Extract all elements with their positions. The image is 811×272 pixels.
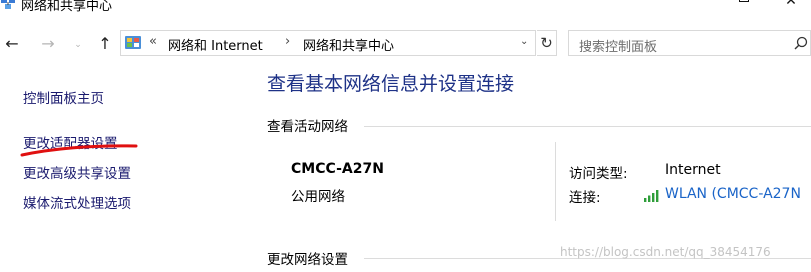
active-networks-heading: 查看活动网络 (267, 119, 348, 135)
address-dropdown-icon[interactable]: ⌄ (520, 36, 528, 47)
chevron-down-icon: ⌄ (74, 40, 82, 50)
vertical-divider (555, 142, 556, 221)
maximize-icon (739, 0, 749, 2)
navigation-bar: ← → ⌄ ↑ « 网络和 Internet › 网络和共享中心 ⌄ ↻ 搜索控… (0, 28, 811, 60)
section-divider (364, 126, 811, 127)
control-panel-icon (125, 36, 141, 49)
wifi-signal-icon (644, 190, 659, 202)
breadcrumb-sharing-center[interactable]: 网络和共享中心 (303, 35, 394, 54)
red-annotation-underline (20, 144, 138, 157)
media-streaming-options-link[interactable]: 媒体流式处理选项 (23, 192, 131, 212)
access-type-label: 访问类型: (569, 166, 628, 182)
wlan-connection-link[interactable]: WLAN (CMCC-A27N (665, 186, 801, 202)
breadcrumb-overflow[interactable]: « (149, 34, 157, 49)
search-placeholder: 搜索控制面板 (579, 40, 658, 55)
refresh-icon: ↻ (540, 34, 553, 52)
minimize-button[interactable] (663, 0, 709, 14)
page-title: 查看基本网络信息并设置连接 (267, 73, 515, 95)
recent-locations-button[interactable]: ⌄ (68, 35, 88, 55)
network-category[interactable]: 公用网络 (291, 185, 345, 205)
back-arrow-icon: ← (5, 34, 19, 53)
breadcrumb-network-internet[interactable]: 网络和 Internet (168, 35, 263, 54)
connections-label: 连接: (569, 190, 601, 206)
search-input[interactable]: 搜索控制面板 (568, 30, 811, 56)
refresh-button[interactable]: ↻ (537, 30, 557, 56)
forward-arrow-icon: → (41, 34, 55, 53)
breadcrumb-separator[interactable]: › (285, 34, 290, 49)
control-panel-home-link[interactable]: 控制面板主页 (23, 87, 104, 107)
network-name: CMCC-A27N (291, 161, 384, 177)
window-title: 网络和共享中心 (21, 0, 113, 14)
maximize-button[interactable] (721, 0, 767, 14)
forward-button[interactable]: → (38, 34, 58, 54)
up-arrow-icon: ↑ (98, 34, 112, 53)
address-bar[interactable]: « 网络和 Internet › 网络和共享中心 ⌄ (120, 30, 536, 56)
back-button[interactable]: ← (2, 34, 22, 54)
close-button[interactable]: ✕ (771, 0, 811, 14)
close-icon: ✕ (785, 0, 797, 9)
change-advanced-sharing-link[interactable]: 更改高级共享设置 (23, 162, 131, 182)
change-network-settings-heading: 更改网络设置 (267, 252, 348, 268)
network-app-icon (1, 0, 15, 9)
access-type-value: Internet (665, 162, 721, 178)
watermark-text: https://blog.csdn.net/qq_38454176 (560, 245, 771, 259)
title-bar: 网络和共享中心 ✕ (0, 0, 811, 22)
up-button[interactable]: ↑ (95, 34, 115, 54)
search-icon[interactable] (794, 36, 808, 50)
